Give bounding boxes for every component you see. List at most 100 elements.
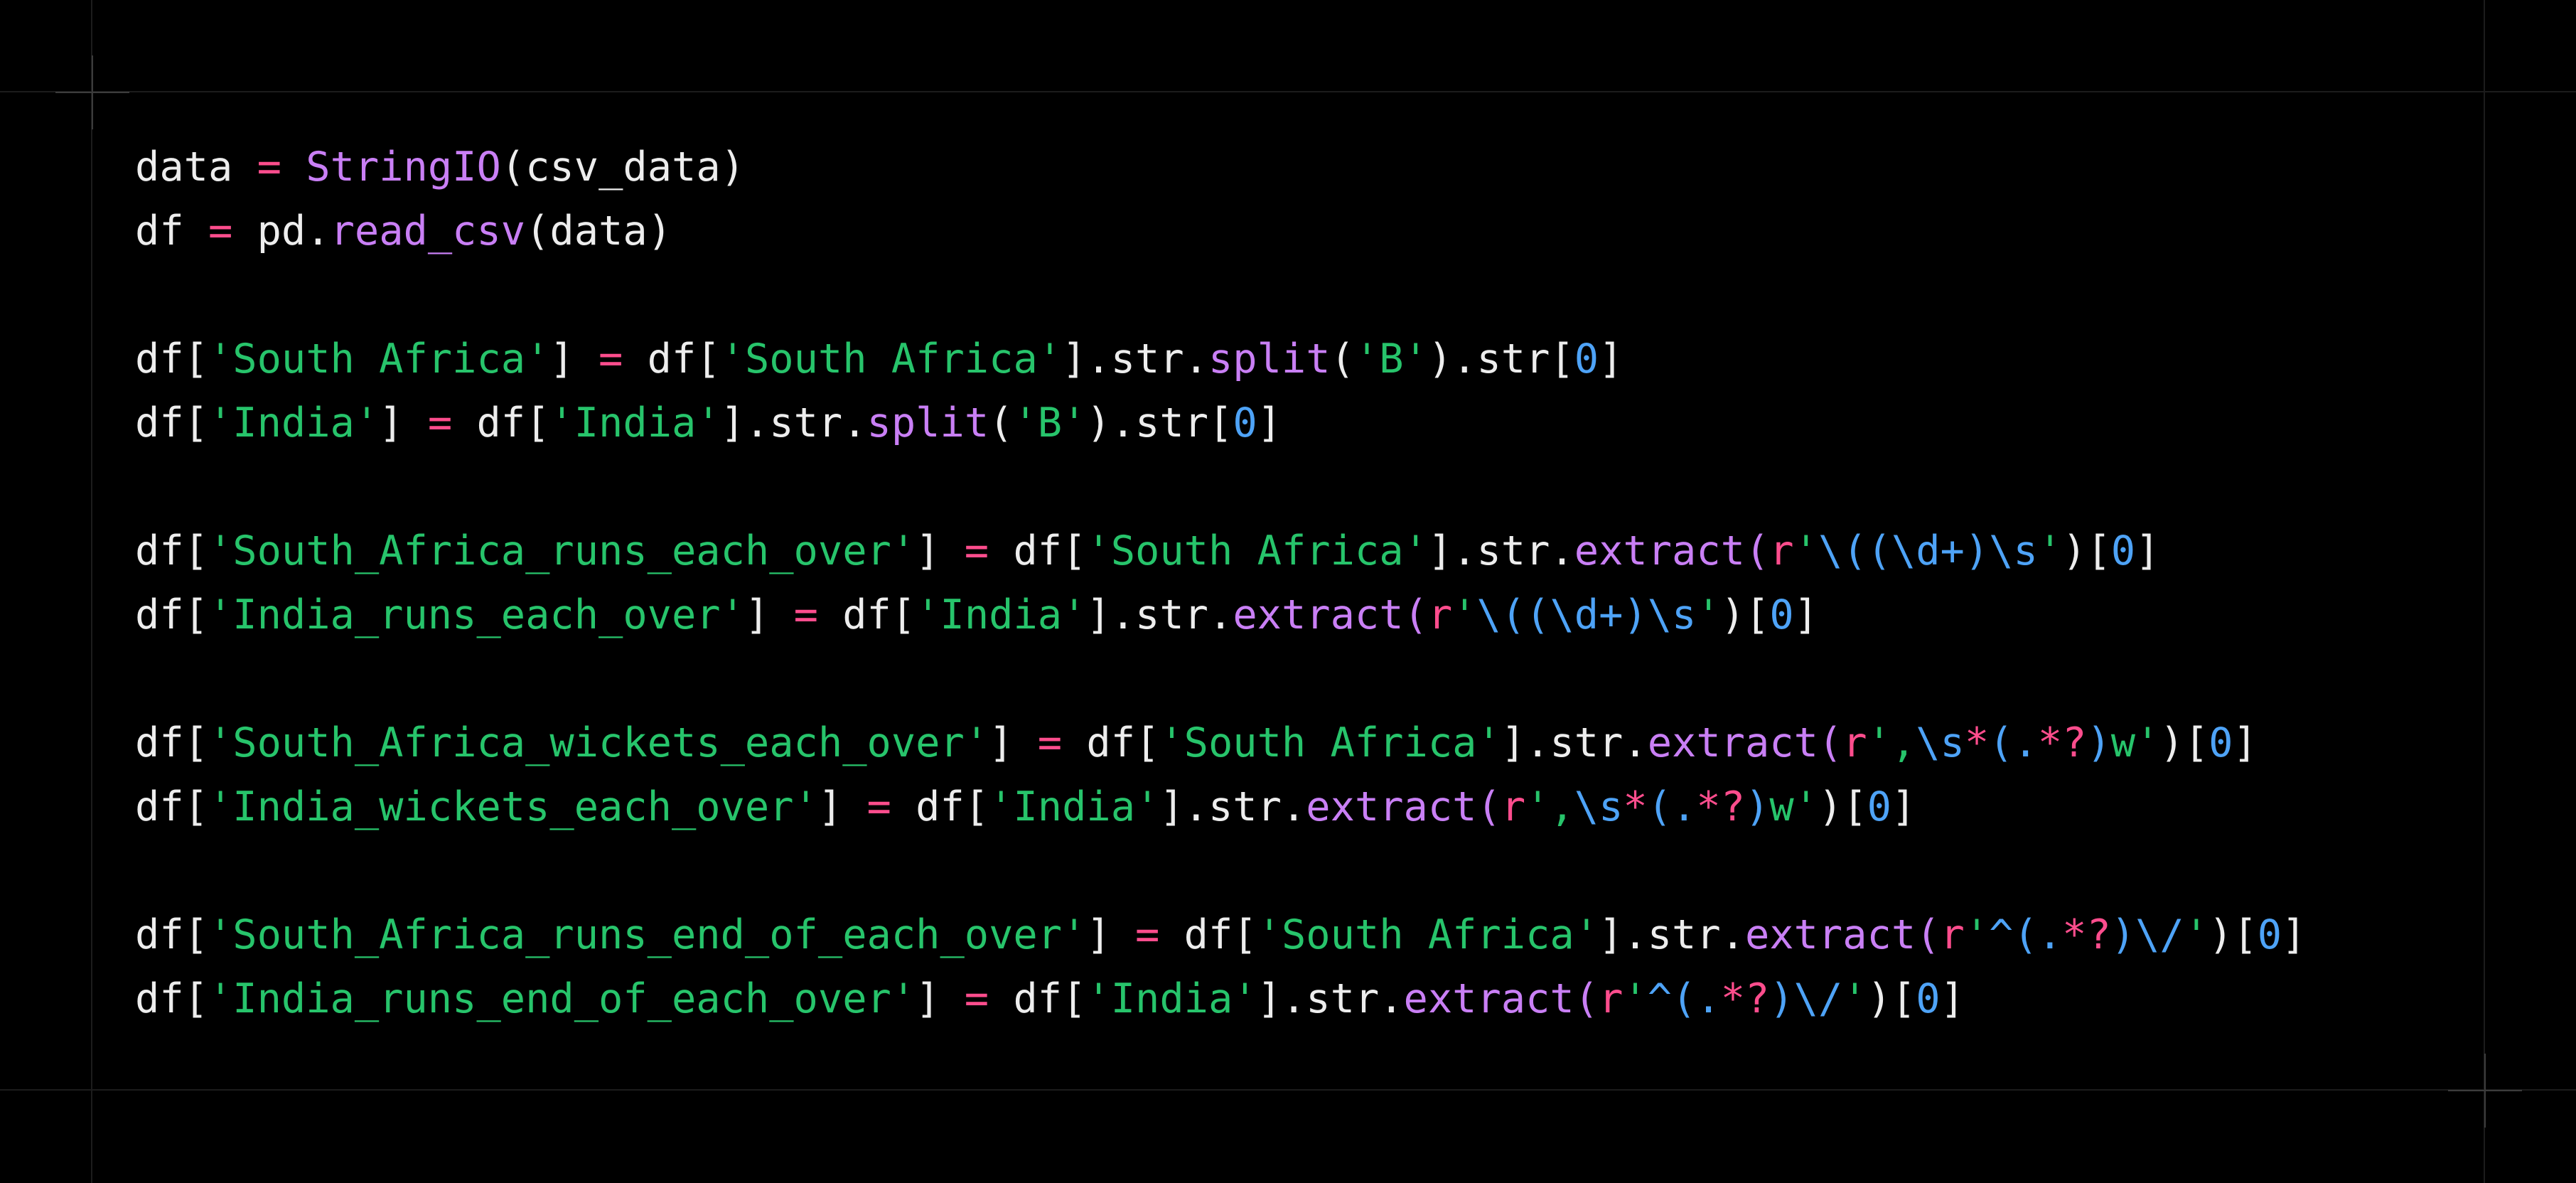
code-token: extract bbox=[1306, 783, 1477, 830]
code-token: StringIO bbox=[306, 144, 501, 191]
code-token: df bbox=[135, 208, 208, 255]
code-token: ' bbox=[1842, 975, 1867, 1022]
code-token: 'South_Africa_runs_each_over' bbox=[208, 528, 916, 574]
code-token: 0 bbox=[2257, 911, 2282, 958]
code-line: df['India'] = df['India'].str.split('B')… bbox=[135, 391, 2481, 455]
code-token: * bbox=[1964, 719, 1990, 766]
code-token: 'South Africa' bbox=[1257, 911, 1599, 958]
code-token: (data) bbox=[525, 208, 672, 255]
code-block: data = StringIO(csv_data) df = pd.read_cs… bbox=[135, 135, 2481, 1031]
code-token: df[ bbox=[1159, 911, 1257, 958]
code-token: ].str. bbox=[1062, 336, 1208, 382]
frame-guide-top bbox=[0, 91, 2576, 92]
code-token: = bbox=[599, 336, 623, 382]
code-token: )\/ bbox=[1769, 975, 1843, 1022]
code-token: )[ bbox=[2209, 911, 2258, 958]
code-token: 'India_wickets_each_over' bbox=[208, 783, 818, 830]
code-token: ( bbox=[989, 400, 1014, 446]
frame-guide-right bbox=[2484, 0, 2485, 1183]
code-token: ^(. bbox=[1989, 911, 2063, 958]
code-line: df['South Africa'] = df['South Africa'].… bbox=[135, 327, 2481, 391]
code-token: r bbox=[1842, 719, 1867, 766]
code-token: ' bbox=[1793, 528, 1818, 574]
code-token: (. bbox=[1989, 719, 2038, 766]
code-token: df[ bbox=[623, 336, 721, 382]
code-token: )\/ bbox=[2110, 911, 2184, 958]
code-token: 'India_runs_each_over' bbox=[208, 592, 745, 638]
code-token: )[ bbox=[1867, 975, 1916, 1022]
code-token: 'South Africa' bbox=[1086, 528, 1428, 574]
code-token: 0 bbox=[1769, 592, 1794, 638]
code-token: ) bbox=[2086, 719, 2111, 766]
code-token: *? bbox=[2037, 719, 2087, 766]
code-token: ].str. bbox=[1086, 592, 1233, 638]
code-token: df[ bbox=[135, 528, 208, 574]
frame-guide-left bbox=[91, 0, 92, 1183]
code-token: = bbox=[1037, 719, 1063, 766]
code-token: 'India_runs_end_of_each_over' bbox=[208, 975, 916, 1022]
code-token: ].str. bbox=[1501, 719, 1648, 766]
code-token: 'India' bbox=[989, 783, 1160, 830]
code-token: w' bbox=[2110, 719, 2160, 766]
code-token: ' bbox=[2037, 528, 2063, 574]
code-token: \((\d+)\s bbox=[1476, 592, 1697, 638]
code-line: data = StringIO(csv_data) bbox=[135, 135, 2481, 199]
code-token: df[ bbox=[135, 336, 208, 382]
code-line: df['South_Africa_runs_end_of_each_over']… bbox=[135, 903, 2481, 967]
code-token: 'South Africa' bbox=[720, 336, 1063, 382]
code-token: df[ bbox=[135, 592, 208, 638]
code-token: df[ bbox=[135, 975, 208, 1022]
code-token: *? bbox=[2062, 911, 2111, 958]
code-token: = bbox=[1135, 911, 1160, 958]
code-token: extract bbox=[1403, 975, 1574, 1022]
code-token: )[ bbox=[2159, 719, 2209, 766]
code-token: ].str. bbox=[720, 400, 867, 446]
code-token: ( bbox=[1574, 975, 1599, 1022]
code-token: df[ bbox=[135, 783, 208, 830]
code-token: ] bbox=[549, 336, 599, 382]
code-line: df['India_wickets_each_over'] = df['Indi… bbox=[135, 775, 2481, 839]
code-token: = bbox=[427, 400, 453, 446]
code-token: 0 bbox=[1916, 975, 1941, 1022]
code-token: ).str[ bbox=[1427, 336, 1574, 382]
code-line: df['India_runs_end_of_each_over'] = df['… bbox=[135, 967, 2481, 1031]
code-token: ].str. bbox=[1599, 911, 1745, 958]
code-token: ] bbox=[1086, 911, 1136, 958]
crosshair-top-left-icon bbox=[55, 55, 129, 129]
code-token: ', bbox=[1525, 783, 1574, 830]
code-token: \((\d+)\s bbox=[1818, 528, 2038, 574]
code-token: ].str. bbox=[1427, 528, 1574, 574]
code-token: ] bbox=[817, 783, 867, 830]
code-token: 0 bbox=[1867, 783, 1891, 830]
code-token: = bbox=[964, 528, 989, 574]
code-token: ( bbox=[1916, 911, 1941, 958]
code-token: df[ bbox=[817, 592, 916, 638]
code-token: ] bbox=[379, 400, 428, 446]
code-token: *? bbox=[1696, 783, 1746, 830]
code-token: 0 bbox=[1233, 400, 1257, 446]
code-token: 'South Africa' bbox=[208, 336, 550, 382]
code-token: ( bbox=[1818, 719, 1843, 766]
code-token: * bbox=[1623, 783, 1648, 830]
code-token: ] bbox=[2135, 528, 2160, 574]
code-line: df['South_Africa_runs_each_over'] = df['… bbox=[135, 519, 2481, 583]
code-token: df[ bbox=[989, 975, 1087, 1022]
code-token: ' bbox=[1696, 592, 1721, 638]
code-token: 'B' bbox=[1354, 336, 1428, 382]
code-token: 'India' bbox=[916, 592, 1087, 638]
code-token: r bbox=[1501, 783, 1526, 830]
code-token: *? bbox=[1720, 975, 1770, 1022]
code-token: split bbox=[866, 400, 989, 446]
code-token: ' bbox=[2184, 911, 2209, 958]
code-token: 'India' bbox=[208, 400, 380, 446]
code-token: \s bbox=[1916, 719, 1965, 766]
code-token: = bbox=[866, 783, 891, 830]
code-token: ^(. bbox=[1647, 975, 1721, 1022]
code-token: 'India' bbox=[549, 400, 721, 446]
code-token: (. bbox=[1647, 783, 1697, 830]
code-token: \s bbox=[1574, 783, 1624, 830]
